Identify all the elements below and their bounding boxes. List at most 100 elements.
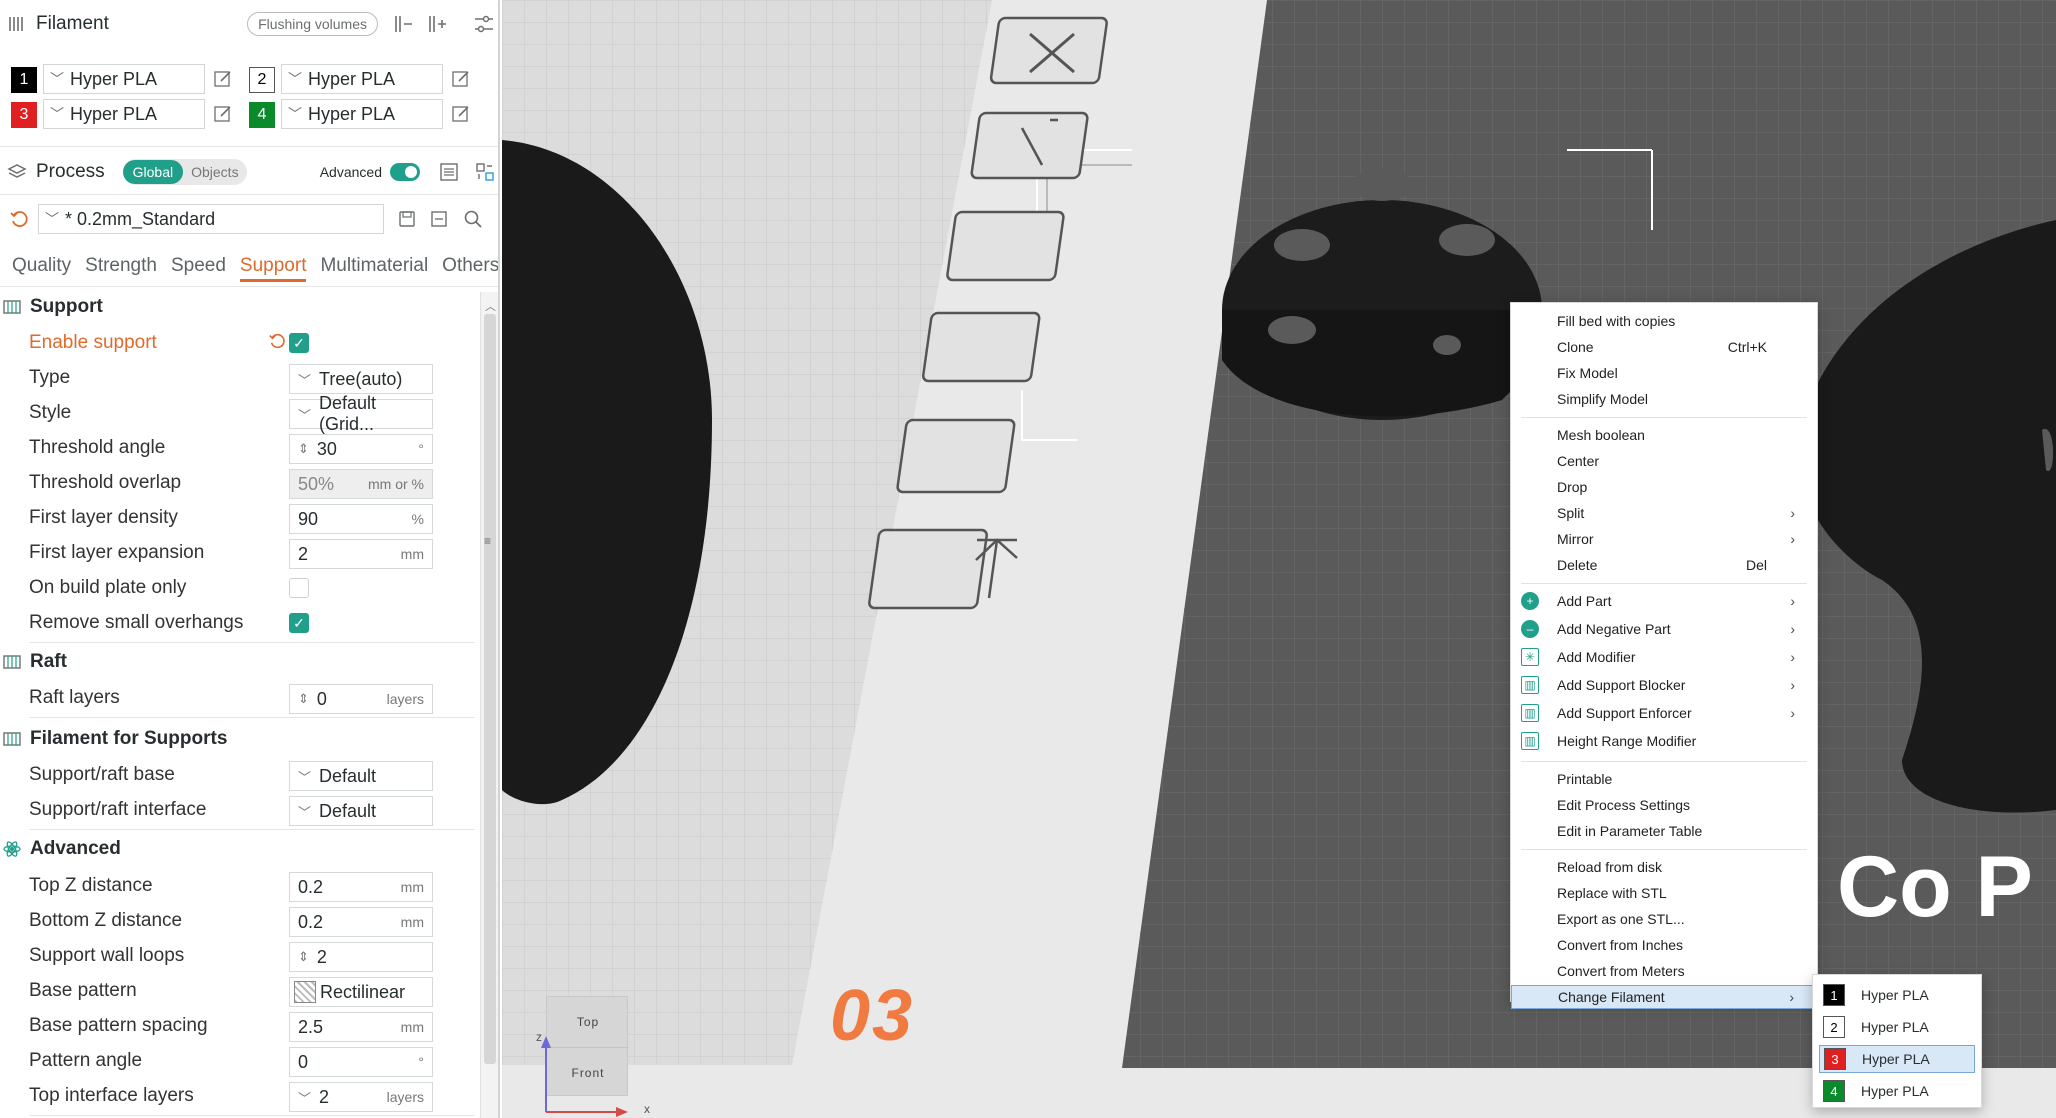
setting-field[interactable]: ⇕ 30 ° [289,434,433,464]
menu-item-center[interactable]: Center [1511,449,1817,473]
setting-checkbox[interactable]: ✓ [289,333,309,353]
spin-arrows-icon[interactable]: ⇕ [298,441,309,457]
menu-item-fill-bed-with-copies[interactable]: Fill bed with copies [1511,309,1817,333]
save-preset-icon[interactable] [396,208,418,230]
tab-quality[interactable]: Quality [12,255,71,282]
filament-supports-section-header[interactable]: Filament for Supports [2,728,227,750]
filament-slot-name: Hyper PLA [308,68,396,89]
menu-item-mesh-boolean[interactable]: Mesh boolean [1511,423,1817,447]
setting-field[interactable]: 2.5 mm [289,1012,433,1042]
menu-item-simplify-model[interactable]: Simplify Model [1511,387,1817,411]
setting-field[interactable]: 90% [289,504,433,534]
tab-support[interactable]: Support [239,255,307,282]
remove-filament-icon[interactable] [392,12,416,36]
menu-item-replace-with-stl[interactable]: Replace with STL [1511,881,1817,905]
advanced-section-header[interactable]: Advanced [2,838,121,860]
setting-checkbox[interactable]: ✓ [289,613,309,633]
setting-field[interactable]: ﹀ Tree(auto) [289,364,433,394]
3d-viewport[interactable]: 03 Co P Top Front z x [502,0,2056,1118]
menu-item-add-negative-part[interactable]: – Add Negative Part › [1511,617,1817,641]
delete-preset-icon[interactable] [428,208,450,230]
support-section-icon [2,297,22,317]
objects-tab[interactable]: Objects [183,160,246,184]
setting-field[interactable]: 0 ° [289,1047,433,1077]
setting-field[interactable]: ﹀ Default (Grid... [289,393,433,434]
setting-field[interactable]: ﹀ Default [289,761,433,791]
setting-field[interactable]: ⇕ 2 [289,942,433,972]
menu-item-reload-from-disk[interactable]: Reload from disk [1511,855,1817,879]
process-compare-icon[interactable] [474,161,496,183]
tab-speed[interactable]: Speed [171,255,226,282]
menu-item-height-range-modifier[interactable]: ▥ Height Range Modifier [1511,729,1817,753]
submenu-filament-2[interactable]: 2 Hyper PLA [1819,1013,1975,1041]
tab-strength[interactable]: Strength [85,255,157,282]
advanced-toggle[interactable] [390,163,420,181]
menu-item-split[interactable]: Split › [1511,501,1817,525]
menu-item-add-modifier[interactable]: ✳ Add Modifier › [1511,645,1817,669]
filament-slot-4-number[interactable]: 4 [249,102,275,128]
edit-filament-icon[interactable] [450,68,472,90]
setting-field[interactable]: ﹀ Default [289,796,433,826]
support-section-header[interactable]: Support [2,296,103,318]
setting-field[interactable]: ⇕ 0 layers [289,684,433,714]
setting-field[interactable]: 0.2 mm [289,907,433,937]
setting-field[interactable]: Rectilinear [289,977,433,1007]
filament-slot-2-number[interactable]: 2 [249,67,275,93]
menu-item-label: Convert from Meters [1557,963,1685,979]
global-tab[interactable]: Global [122,160,184,184]
submenu-filament-1[interactable]: 1 Hyper PLA [1819,981,1975,1009]
menu-item-convert-from-meters[interactable]: Convert from Meters [1511,959,1817,983]
menu-item-edit-process-settings[interactable]: Edit Process Settings [1511,793,1817,817]
global-objects-toggle[interactable]: Global Objects [122,159,247,185]
reset-value-icon[interactable] [268,332,286,350]
menu-item-fix-model[interactable]: Fix Model [1511,361,1817,385]
reset-preset-icon[interactable] [8,208,30,230]
submenu-filament-4[interactable]: 4 Hyper PLA [1819,1077,1975,1105]
scroll-up-icon[interactable]: ︿ [485,298,496,314]
menu-item-printable[interactable]: Printable [1511,767,1817,791]
filament-slot-3-number[interactable]: 3 [11,102,37,128]
settings-scrollbar[interactable]: ︿ ≡ [480,292,498,1118]
spin-arrows-icon[interactable]: ⇕ [298,691,309,707]
process-preset-select[interactable]: ﹀ * 0.2mm_Standard [38,204,384,234]
menu-item-edit-in-parameter-table[interactable]: Edit in Parameter Table [1511,819,1817,843]
menu-item-add-support-blocker[interactable]: ▥ Add Support Blocker › [1511,673,1817,697]
filament-slot-1-select[interactable]: ﹀ Hyper PLA [43,64,205,94]
filament-slot-4-select[interactable]: ﹀ Hyper PLA [281,99,443,129]
edit-filament-icon[interactable] [212,103,234,125]
menu-item-convert-from-inches[interactable]: Convert from Inches [1511,933,1817,957]
edit-filament-icon[interactable] [212,68,234,90]
setting-field[interactable]: ﹀ 2 layers [289,1082,433,1112]
tab-others[interactable]: Others [442,255,498,282]
menu-item-add-part[interactable]: + Add Part › [1511,589,1817,613]
menu-item-delete[interactable]: Delete Del [1511,553,1817,577]
menu-item-add-support-enforcer[interactable]: ▥ Add Support Enforcer › [1511,701,1817,725]
menu-item-mirror[interactable]: Mirror › [1511,527,1817,551]
filament-slot-3-select[interactable]: ﹀ Hyper PLA [43,99,205,129]
menu-item-export-as-one-stl[interactable]: Export as one STL... [1511,907,1817,931]
spin-arrows-icon[interactable]: ⇕ [298,949,309,965]
filament-color-swatch: 3 [1824,1048,1846,1070]
menu-item-drop[interactable]: Drop [1511,475,1817,499]
submenu-filament-3[interactable]: 3 Hyper PLA [1819,1045,1975,1073]
setting-label: Pattern angle [29,1050,143,1071]
setting-field[interactable]: 50% mm or % [289,469,433,499]
menu-item-change-filament[interactable]: Change Filament › [1511,985,1817,1009]
raft-section-header[interactable]: Raft [2,651,67,673]
setting-unit: layers [386,691,424,707]
menu-item-clone[interactable]: Clone Ctrl+K [1511,335,1817,359]
filament-slot-2-select[interactable]: ﹀ Hyper PLA [281,64,443,94]
filament-slot-1-number[interactable]: 1 [11,67,37,93]
setting-field[interactable]: 2 mm [289,539,433,569]
tab-multimaterial[interactable]: Multimaterial [320,255,428,282]
flushing-volumes-button[interactable]: Flushing volumes [247,12,378,36]
process-list-icon[interactable] [438,161,460,183]
setting-checkbox[interactable] [289,578,309,598]
edit-filament-icon[interactable] [450,103,472,125]
add-filament-icon[interactable] [426,12,450,36]
setting-field[interactable]: 0.2 mm [289,872,433,902]
search-icon[interactable] [462,208,484,230]
scrollbar-thumb[interactable] [484,314,496,1064]
filament-settings-icon[interactable] [472,12,496,36]
chevron-right-icon: › [1790,505,1795,521]
